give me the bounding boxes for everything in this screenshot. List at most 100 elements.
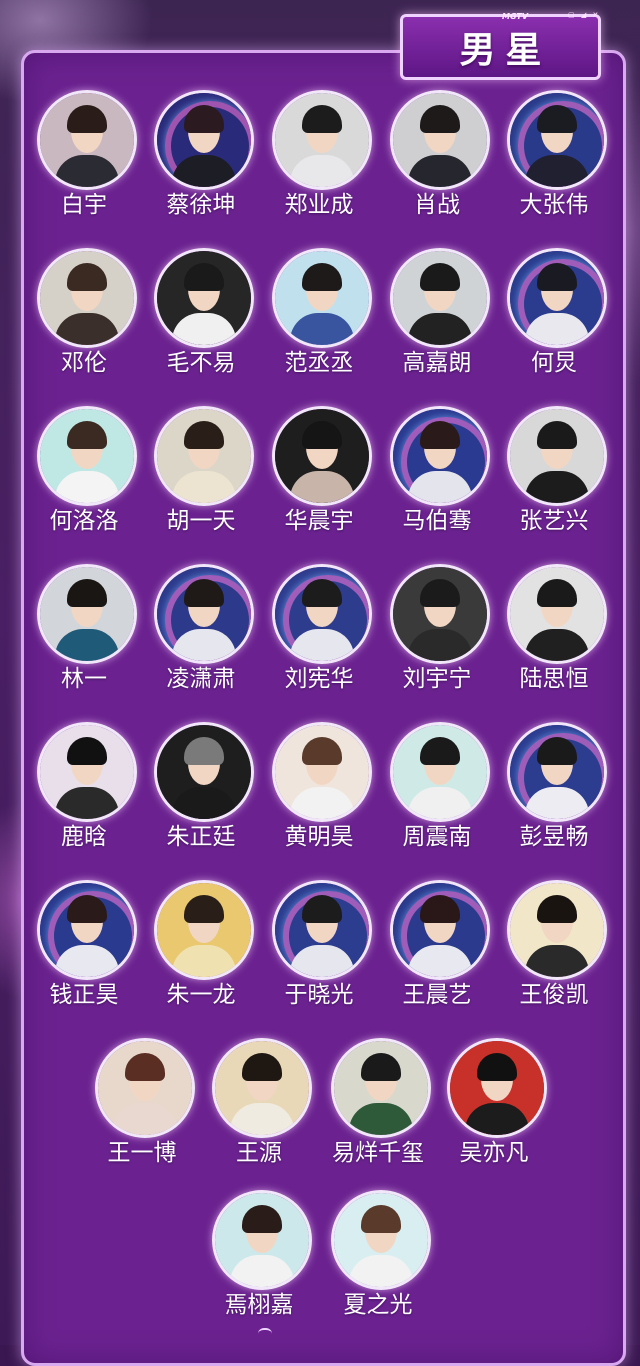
- avatar: [507, 564, 607, 664]
- celebrity-name: 王源: [236, 1140, 282, 1166]
- celebrity-card: 夏之光: [325, 1190, 435, 1340]
- page-title: 男星: [459, 30, 552, 71]
- avatar: [272, 248, 372, 348]
- celebrity-name: 郑业成: [284, 192, 354, 218]
- avatar: [37, 722, 137, 822]
- celebrity-card: 吴亦凡: [441, 1038, 551, 1188]
- celebrity-card: 于晓光: [266, 880, 376, 1030]
- avatar: [272, 564, 372, 664]
- celebrity-name: 朱正廷: [166, 824, 236, 850]
- celebrity-name: 高嘉朗: [402, 350, 472, 376]
- avatar: [447, 1038, 547, 1138]
- celebrity-card: 白宇: [31, 90, 141, 240]
- celebrity-name: 张艺兴: [519, 508, 589, 534]
- celebrity-card: 蔡徐坤: [148, 90, 258, 240]
- celebrity-card: 何炅: [501, 248, 611, 398]
- celebrity-card: 华晨宇: [266, 406, 376, 556]
- celebrity-name: 周震南: [402, 824, 472, 850]
- celebrity-card: 邓伦: [31, 248, 141, 398]
- avatar: [331, 1190, 431, 1290]
- celebrity-name: 吴亦凡: [459, 1140, 529, 1166]
- celebrity-name: 王一博: [107, 1140, 177, 1166]
- avatar: [507, 406, 607, 506]
- celebrity-name: 蔡徐坤: [166, 192, 236, 218]
- celebrity-name: 刘宇宁: [402, 666, 472, 692]
- avatar: [390, 722, 490, 822]
- avatar: [390, 564, 490, 664]
- avatar: [37, 248, 137, 348]
- celebrity-card: 朱一龙: [148, 880, 258, 1030]
- celebrity-card: 易烊千玺: [325, 1038, 435, 1188]
- celebrity-card: 高嘉朗: [384, 248, 494, 398]
- avatar: [390, 90, 490, 190]
- celebrity-card: 陆思恒: [501, 564, 611, 714]
- celebrity-card: 王晨艺: [384, 880, 494, 1030]
- celebrity-card: 钱正昊: [31, 880, 141, 1030]
- celebrity-name: 陆思恒: [519, 666, 589, 692]
- celebrity-name: 王晨艺: [402, 982, 472, 1008]
- celebrity-name: 黄明昊: [284, 824, 354, 850]
- avatar: [154, 248, 254, 348]
- avatar: [37, 564, 137, 664]
- celebrity-name: 夏之光: [343, 1292, 413, 1318]
- mgtv-logo: MGTV: [502, 12, 529, 21]
- celebrity-name: 毛不易: [166, 350, 236, 376]
- celebrity-card: 胡一天: [148, 406, 258, 556]
- avatar: [390, 880, 490, 980]
- avatar: [507, 880, 607, 980]
- celebrity-name: 白宇: [61, 192, 107, 218]
- avatar: [507, 722, 607, 822]
- celebrity-name: 钱正昊: [49, 982, 119, 1008]
- celebrity-name: 华晨宇: [284, 508, 354, 534]
- celebrity-name: 胡一天: [166, 508, 236, 534]
- avatar: [154, 564, 254, 664]
- celebrity-card: 毛不易: [148, 248, 258, 398]
- avatar: [154, 406, 254, 506]
- celebrity-name: 何炅: [531, 350, 577, 376]
- avatar: [212, 1190, 312, 1290]
- celebrity-card: 彭昱畅: [501, 722, 611, 872]
- celebrity-card: 焉栩嘉: [206, 1190, 316, 1340]
- avatar: [154, 880, 254, 980]
- celebrity-name: 凌潇肃: [166, 666, 236, 692]
- celebrity-card: 肖战: [384, 90, 494, 240]
- avatar: [390, 406, 490, 506]
- avatar: [272, 406, 372, 506]
- celebrity-name: 大张伟: [519, 192, 589, 218]
- avatar: [390, 248, 490, 348]
- celebrity-card: 黄明昊: [266, 722, 376, 872]
- celebrity-name: 范丞丞: [284, 350, 354, 376]
- celebrity-name: 彭昱畅: [519, 824, 589, 850]
- celebrity-card: 鹿晗: [31, 722, 141, 872]
- celebrity-card: 王俊凯: [501, 880, 611, 1030]
- celebrity-card: 刘宪华: [266, 564, 376, 714]
- avatar: [272, 880, 372, 980]
- avatar: [331, 1038, 431, 1138]
- celebrity-name: 马伯骞: [402, 508, 472, 534]
- avatar: [272, 90, 372, 190]
- celebrity-card: 刘宇宁: [384, 564, 494, 714]
- avatar: [212, 1038, 312, 1138]
- avatar: [37, 90, 137, 190]
- celebrity-name: 邓伦: [61, 350, 107, 376]
- bottom-decoration: [258, 1328, 272, 1336]
- celebrity-name: 于晓光: [284, 982, 354, 1008]
- celebrity-card: 王一博: [89, 1038, 199, 1188]
- celebrity-name: 肖战: [414, 192, 460, 218]
- celebrity-card: 大张伟: [501, 90, 611, 240]
- celebrity-card: 周震南: [384, 722, 494, 872]
- avatar: [507, 248, 607, 348]
- avatar: [37, 406, 137, 506]
- avatar: [95, 1038, 195, 1138]
- title-banner: 男星: [400, 14, 601, 80]
- celebrity-card: 张艺兴: [501, 406, 611, 556]
- window-controls-icon: ▢ ◢ ✕: [568, 11, 601, 19]
- celebrity-card: 朱正廷: [148, 722, 258, 872]
- celebrity-card: 何洛洛: [31, 406, 141, 556]
- avatar: [37, 880, 137, 980]
- celebrity-name: 王俊凯: [519, 982, 589, 1008]
- celebrity-card: 林一: [31, 564, 141, 714]
- celebrity-card: 范丞丞: [266, 248, 376, 398]
- celebrity-name: 何洛洛: [49, 508, 119, 534]
- celebrity-name: 易烊千玺: [332, 1140, 424, 1166]
